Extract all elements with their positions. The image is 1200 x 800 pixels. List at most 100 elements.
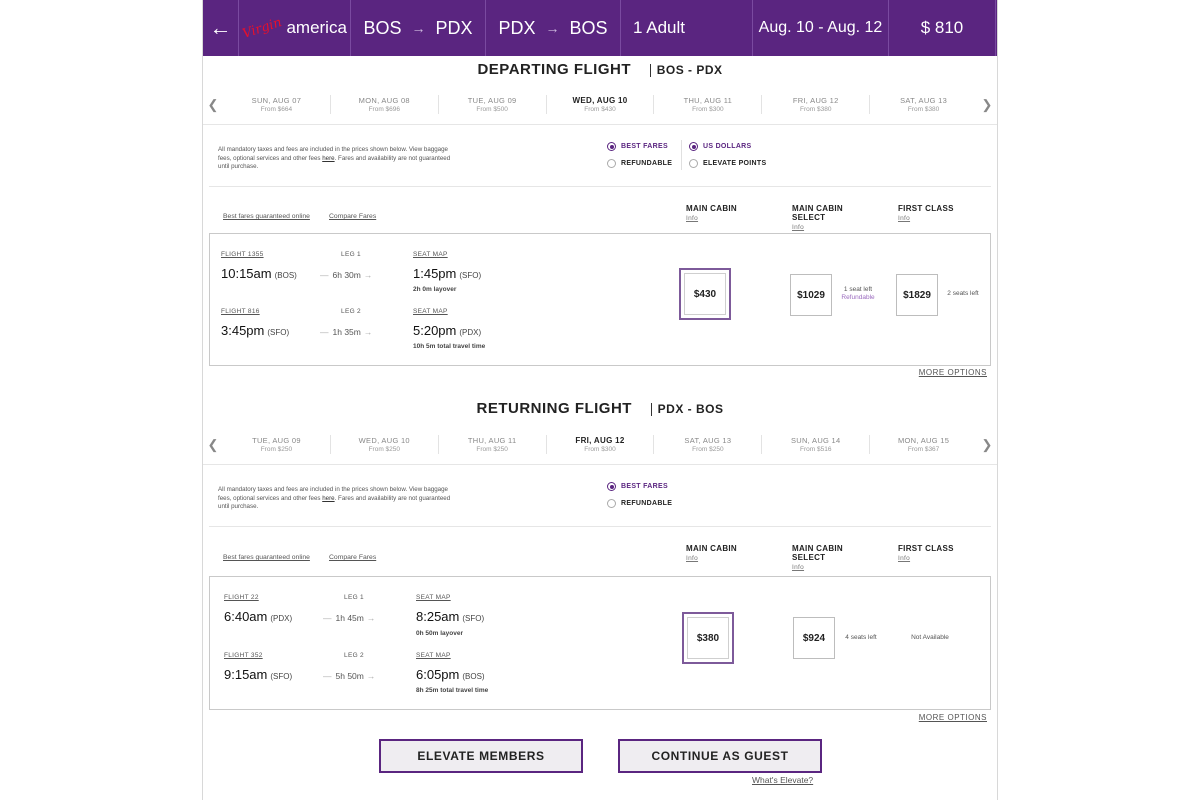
refundable-text: Refundable [841,294,875,301]
airport-code: (PDX) [459,328,482,337]
arrow-right-icon: → [363,327,373,337]
refundable-radio[interactable]: REFUNDABLE [607,159,672,168]
main-cabin-fare-button[interactable]: $430 [679,268,731,320]
best-fares-radio[interactable]: BEST FARES [607,482,668,491]
total-travel-time: 8h 25m total travel time [416,687,489,694]
time-value: 8:25am [416,609,460,624]
flight-number-link[interactable]: FLIGHT 816 [221,308,260,315]
date-option[interactable]: SUN, AUG 07 From $664 [223,95,331,114]
us-dollars-radio[interactable]: US DOLLARS [689,142,752,151]
seat-map-link[interactable]: SEAT MAP [413,308,448,315]
date-option[interactable]: TUE, AUG 09 From $250 [223,435,331,454]
main-cabin-info-link[interactable]: Info [686,214,737,223]
departure-time: 3:45pm (SFO) [221,323,289,338]
chevron-right-icon[interactable]: ❯ [977,437,997,453]
duration-value: 6h 30m [332,270,361,280]
returning-flight-card: FLIGHT 22 LEG 1 SEAT MAP 6:40am (PDX) —1h… [209,576,991,710]
dash-icon: — [320,270,329,280]
date-option[interactable]: FRI, AUG 12 From $300 [547,435,655,454]
date-option[interactable]: WED, AUG 10 From $430 [547,95,655,114]
date-label: FRI, AUG 12 [575,436,625,445]
departing-more-options-link[interactable]: MORE OPTIONS [919,368,987,377]
passenger-count[interactable]: 1 Adult [621,0,753,56]
date-label: SAT, AUG 13 [900,96,948,105]
date-option[interactable]: TUE, AUG 09 From $500 [439,95,547,114]
first-class-fare-button[interactable]: $1829 [896,274,938,316]
outbound-destination: PDX [435,17,473,38]
seats-left-note: 2 seats left [947,290,979,297]
date-option[interactable]: SUN, AUG 14 From $516 [762,435,871,454]
main-cabin-label: MAIN CABIN [686,544,737,553]
outbound-origin: BOS [363,17,402,38]
seat-map-link[interactable]: SEAT MAP [416,594,451,601]
outbound-route[interactable]: BOS → PDX [351,0,486,56]
main-cabin-fare-button[interactable]: $380 [682,612,734,664]
travel-dates[interactable]: Aug. 10 - Aug. 12 [753,0,889,56]
divider [681,140,682,170]
logo-script: Virgin [240,14,284,42]
radio-empty-icon [607,499,616,508]
main-cabin-select-fare-button[interactable]: $1029 [790,274,832,316]
arrow-right-icon: → [366,671,376,681]
us-dollars-label: US DOLLARS [703,143,752,150]
refundable-radio[interactable]: REFUNDABLE [607,499,672,508]
elevate-points-label: ELEVATE POINTS [703,160,767,167]
date-option[interactable]: SAT, AUG 13 From $380 [870,95,977,114]
flight-number-link[interactable]: FLIGHT 352 [224,652,263,659]
inbound-route[interactable]: PDX → BOS [486,0,621,56]
elevate-points-radio[interactable]: ELEVATE POINTS [689,159,766,168]
elevate-members-button[interactable]: ELEVATE MEMBERS [379,739,583,773]
seat-map-link[interactable]: SEAT MAP [416,652,451,659]
compare-fares-link[interactable]: Compare Fares [329,554,376,561]
compare-fares-link[interactable]: Compare Fares [329,213,376,220]
chevron-left-icon[interactable]: ❮ [203,97,223,113]
departure-time: 10:15am (BOS) [221,266,297,281]
returning-pair: PDX - BOS [650,403,724,416]
first-class-info-link[interactable]: Info [898,214,954,223]
continue-as-guest-button[interactable]: CONTINUE AS GUEST [618,739,822,773]
date-option[interactable]: FRI, AUG 12 From $380 [762,95,871,114]
departing-title: DEPARTING FLIGHT BOS - PDX [203,61,997,78]
time-value: 1:45pm [413,266,457,281]
refundable-label: REFUNDABLE [621,500,673,507]
date-option[interactable]: THU, AUG 11 From $300 [654,95,763,114]
time-value: 5:20pm [413,323,457,338]
chevron-right-icon[interactable]: ❯ [977,97,997,113]
time-value: 6:40am [224,609,268,624]
leg-duration: —1h 35m → [320,327,372,337]
main-cabin-select-label: MAIN CABIN [792,544,843,553]
main-cabin-select-info-link[interactable]: Info [792,563,843,572]
date-label: SUN, AUG 14 [790,436,841,445]
seat-map-link[interactable]: SEAT MAP [413,251,448,258]
date-from-price: From $250 [476,446,508,453]
main-cabin-select-info-link[interactable]: Info [792,223,843,232]
total-price: $ 810 [889,0,996,56]
logo-word: america [286,18,347,37]
flight-number-link[interactable]: FLIGHT 22 [224,594,259,601]
virgin-america-logo[interactable]: Virgin america [239,0,351,56]
date-option[interactable]: MON, AUG 08 From $696 [331,95,439,114]
main-cabin-info-link[interactable]: Info [686,554,737,563]
first-class-info-link[interactable]: Info [898,554,954,563]
date-label: THU, AUG 11 [683,96,733,105]
whats-elevate-link[interactable]: What's Elevate? [752,775,813,785]
date-from-price: From $300 [692,106,724,113]
date-option[interactable]: SAT, AUG 13 From $250 [654,435,763,454]
flight-number-link[interactable]: FLIGHT 1355 [221,251,264,258]
date-option[interactable]: WED, AUG 10 From $250 [331,435,439,454]
back-button[interactable]: ← [203,0,239,56]
best-fares-guaranteed-link[interactable]: Best fares guaranteed online [223,213,310,220]
duration-value: 1h 45m [335,613,364,623]
main-cabin-select-fare-button[interactable]: $924 [793,617,835,659]
best-fares-radio[interactable]: BEST FARES [607,142,668,151]
date-option[interactable]: MON, AUG 15 From $367 [870,435,977,454]
fees-here-link[interactable]: here [322,495,334,502]
chevron-left-icon[interactable]: ❮ [203,437,223,453]
duration-value: 1h 35m [332,327,361,337]
best-fares-guaranteed-link[interactable]: Best fares guaranteed online [223,554,310,561]
inbound-destination: BOS [569,17,608,38]
date-option[interactable]: THU, AUG 11 From $250 [439,435,547,454]
date-from-price: From $250 [260,446,293,453]
returning-more-options-link[interactable]: MORE OPTIONS [919,713,987,722]
fees-here-link[interactable]: here [322,155,334,162]
